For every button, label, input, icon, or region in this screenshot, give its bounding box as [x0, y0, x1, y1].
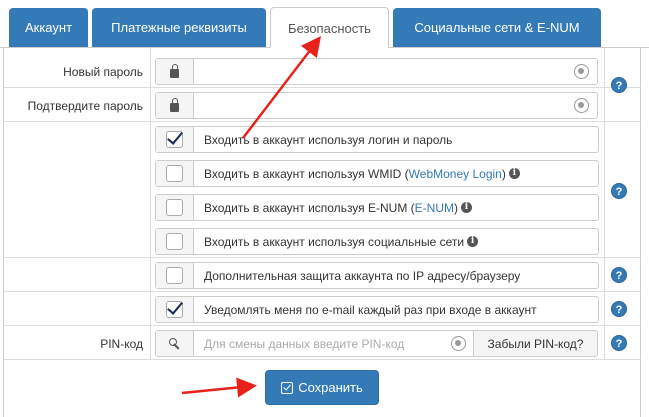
- arrow-to-security-tab: [242, 36, 322, 139]
- annotation-arrows: [181, 36, 322, 398]
- arrow-to-save-button: [181, 377, 257, 398]
